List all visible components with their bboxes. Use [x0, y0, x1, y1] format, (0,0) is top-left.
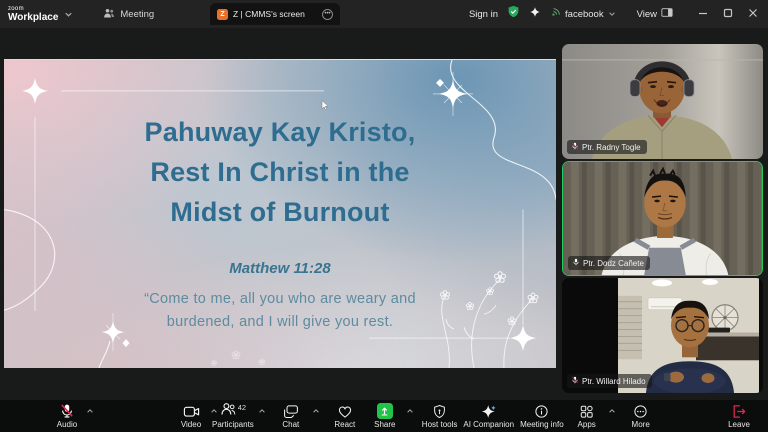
more-label: More: [632, 420, 650, 429]
react-button[interactable]: React: [328, 400, 362, 432]
tab-meeting[interactable]: Meeting: [103, 7, 154, 22]
scripture-quote: “Come to me, all you who are weary and b…: [4, 288, 556, 334]
chat-label: Chat: [282, 420, 299, 429]
share-screen-icon: [377, 403, 393, 419]
stream-service-label: facebook: [565, 9, 604, 20]
slide-title-line3: Midst of Burnout: [4, 192, 556, 232]
ai-sparkle-icon: [481, 403, 497, 419]
apps-label: Apps: [578, 420, 596, 429]
chat-button[interactable]: Chat: [274, 400, 308, 432]
participants-label: Participants: [212, 420, 254, 429]
heart-icon: [337, 403, 353, 419]
video-button[interactable]: Video: [174, 400, 208, 432]
slide-title: Pahuway Kay Kristo, Rest In Christ in th…: [4, 112, 556, 232]
mic-muted-icon: [571, 142, 579, 152]
broadcast-icon: [550, 5, 561, 23]
audio-label: Audio: [57, 420, 77, 429]
mic-muted-icon: [59, 403, 75, 419]
more-ellipsis-icon: [633, 403, 648, 419]
close-icon[interactable]: [748, 5, 758, 23]
camera-icon: [183, 403, 200, 419]
participant-name: Ptr. Willard Hilado: [582, 377, 646, 386]
leave-label: Leave: [728, 420, 750, 429]
audio-options-chevron-icon[interactable]: [86, 400, 94, 432]
meeting-info-button[interactable]: Meeting info: [520, 400, 564, 432]
participants-panel: Ptr. Radny Togle: [562, 44, 763, 395]
participants-options-chevron-icon[interactable]: [258, 400, 266, 432]
video-tile-dodz-canete[interactable]: Ptr. Dodz Cañete: [562, 161, 763, 276]
maximize-icon[interactable]: [723, 5, 733, 23]
host-tools-button[interactable]: Host tools: [422, 400, 458, 432]
meeting-stage: Pahuway Kay Kristo, Rest In Christ in th…: [0, 28, 768, 400]
slide-title-line2: Rest In Christ in the: [4, 152, 556, 192]
scripture-reference: Matthew 11:28: [4, 260, 556, 277]
apps-options-chevron-icon[interactable]: [608, 400, 616, 432]
video-tile-willard-hilado[interactable]: Ptr. Willard Hilado: [562, 278, 763, 393]
share-button[interactable]: Share: [368, 400, 402, 432]
chat-icon: [283, 403, 299, 419]
leave-door-icon: [731, 403, 747, 419]
info-icon: [534, 403, 549, 419]
title-bar: zoom Workplace Meeting Z Z | CMMS's scre…: [0, 0, 768, 28]
minimize-icon[interactable]: [698, 5, 708, 23]
meeting-info-label: Meeting info: [520, 420, 564, 429]
tab-shared-screen-label: Z | CMMS's screen: [233, 9, 317, 19]
ai-companion-label: AI Companion: [463, 420, 514, 429]
video-tile-radny-togle[interactable]: Ptr. Radny Togle: [562, 44, 763, 159]
react-label: React: [334, 420, 355, 429]
quote-line2: burdened, and I will give you rest.: [4, 311, 556, 334]
participants-button[interactable]: 42 Participants: [212, 400, 254, 432]
quote-line1: “Come to me, all you who are weary and: [4, 288, 556, 311]
z-app-icon: Z: [217, 9, 228, 20]
tab-shared-screen[interactable]: Z Z | CMMS's screen •••: [210, 3, 340, 25]
apps-button[interactable]: Apps: [570, 400, 604, 432]
participant-name: Ptr. Dodz Cañete: [583, 259, 644, 268]
zoom-meeting-window: zoom Workplace Meeting Z Z | CMMS's scre…: [0, 0, 768, 432]
host-tools-label: Host tools: [422, 420, 458, 429]
chat-options-chevron-icon[interactable]: [312, 400, 320, 432]
shared-screen-slide: Pahuway Kay Kristo, Rest In Christ in th…: [4, 59, 556, 368]
stream-chevron-down-icon: [608, 5, 616, 23]
leave-button[interactable]: Leave: [722, 400, 756, 432]
mic-on-icon: [572, 258, 580, 268]
mouse-cursor: [321, 98, 329, 116]
view-button[interactable]: View: [637, 5, 673, 23]
participants-icon: [220, 401, 236, 421]
name-label-dodz: Ptr. Dodz Cañete: [568, 256, 650, 270]
brand-workplace: Workplace: [8, 13, 58, 23]
people-icon: [103, 7, 115, 22]
shield-icon: [432, 403, 447, 419]
sign-in-button[interactable]: Sign in: [469, 9, 498, 20]
meeting-toolbar: Audio Video 42: [0, 400, 768, 432]
window-controls: [698, 5, 758, 23]
shield-check-icon[interactable]: [507, 5, 520, 23]
live-stream-control[interactable]: facebook: [550, 5, 616, 23]
share-options-chevron-icon[interactable]: [406, 400, 414, 432]
sparkle-icon[interactable]: [529, 5, 541, 23]
mic-muted-icon: [571, 376, 579, 386]
name-label-willard: Ptr. Willard Hilado: [567, 374, 652, 388]
slide-title-line1: Pahuway Kay Kristo,: [4, 112, 556, 152]
tab-meeting-label: Meeting: [120, 9, 154, 20]
titlebar-right-controls: Sign in facebook View: [469, 0, 758, 28]
view-label: View: [637, 9, 657, 20]
participant-name: Ptr. Radny Togle: [582, 143, 641, 152]
zoom-workplace-logo: zoom Workplace: [8, 6, 73, 23]
participants-count-badge: 42: [238, 403, 246, 412]
share-label: Share: [374, 420, 395, 429]
ai-companion-button[interactable]: AI Companion: [463, 400, 514, 432]
audio-button[interactable]: Audio: [50, 400, 84, 432]
workspace-chevron-down-icon[interactable]: [64, 10, 73, 19]
name-label-radny: Ptr. Radny Togle: [567, 140, 647, 154]
tab-options-icon[interactable]: •••: [322, 9, 333, 20]
video-label: Video: [181, 420, 201, 429]
layout-view-icon: [661, 5, 673, 23]
apps-grid-icon: [579, 403, 594, 419]
more-button[interactable]: More: [624, 400, 658, 432]
brand-zoom: zoom: [8, 6, 58, 12]
